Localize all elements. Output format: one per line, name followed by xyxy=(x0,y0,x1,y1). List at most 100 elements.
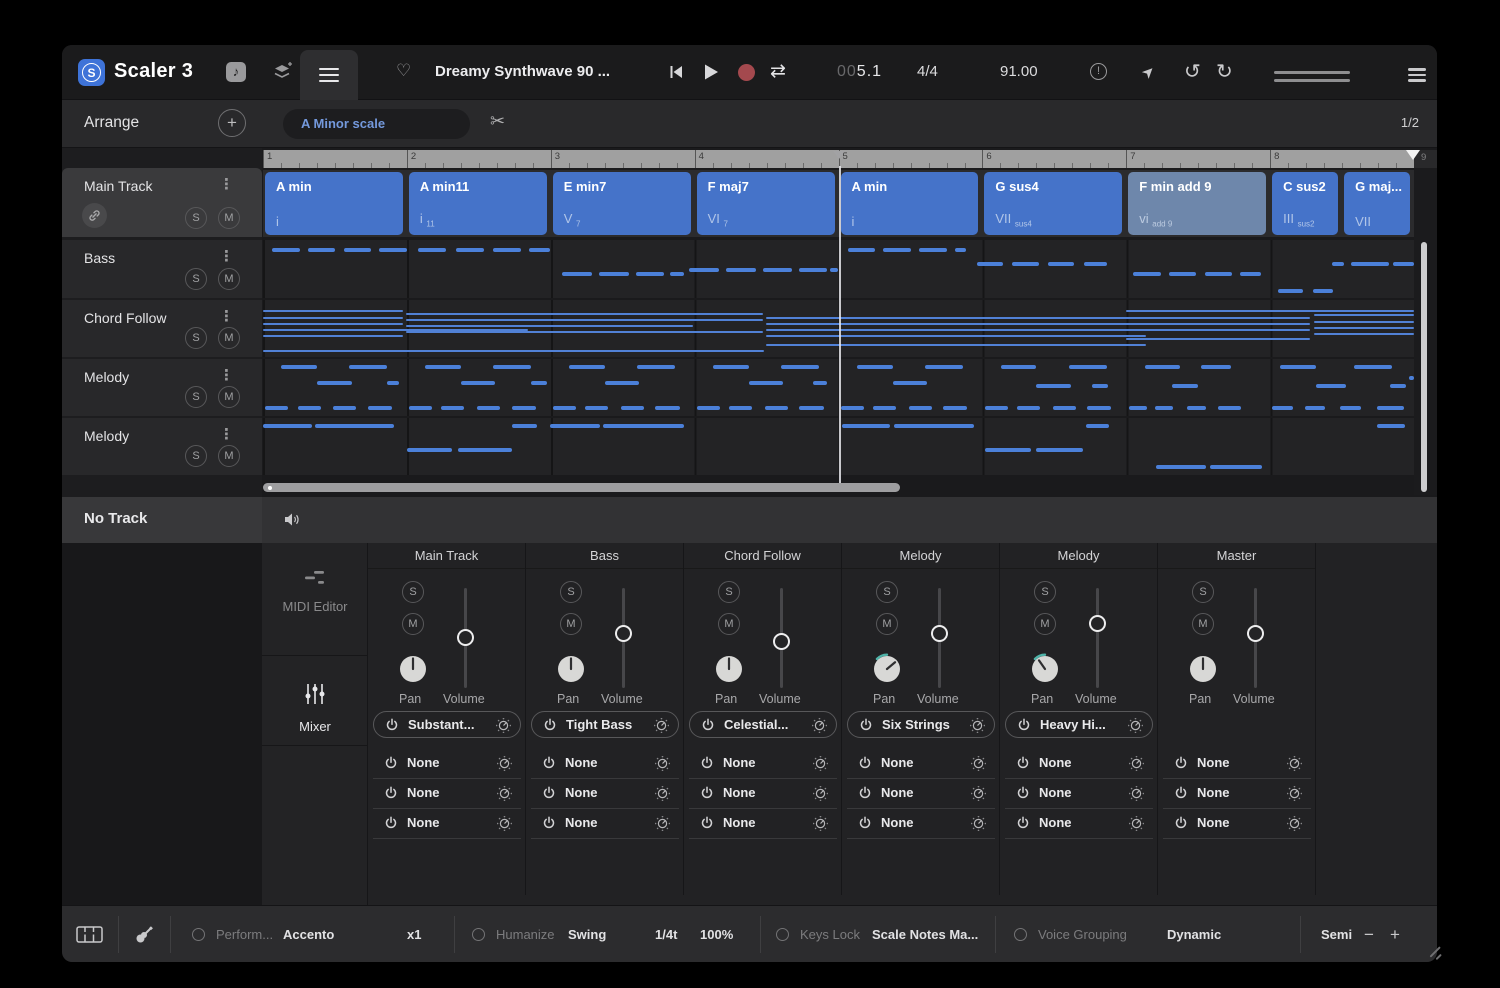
tempo-display[interactable]: 91.00 xyxy=(1000,63,1038,80)
power-icon[interactable] xyxy=(858,756,872,775)
mini-knob-icon[interactable] xyxy=(655,816,670,836)
instrument-slot[interactable]: Tight Bass xyxy=(531,711,679,738)
mini-knob-icon[interactable] xyxy=(971,816,986,836)
power-icon[interactable] xyxy=(1016,756,1030,775)
voice-grouping-value[interactable]: Dynamic xyxy=(1167,927,1221,942)
track-options-icon[interactable]: ⋮ xyxy=(219,425,234,443)
solo-button[interactable]: S xyxy=(185,207,207,229)
channel-solo-button[interactable]: S xyxy=(1034,581,1056,603)
insert-slot[interactable]: None xyxy=(1163,749,1311,779)
track-header-chord-follow[interactable]: Chord Follow⋮SM xyxy=(62,300,262,357)
insert-slot[interactable]: None xyxy=(1005,749,1153,779)
insert-slot[interactable]: None xyxy=(373,749,521,779)
chord-block[interactable]: A min11i 11 xyxy=(409,172,547,235)
mini-knob-icon[interactable] xyxy=(497,786,512,806)
mini-knob-icon[interactable] xyxy=(655,756,670,776)
chord-block[interactable]: A mini xyxy=(265,172,403,235)
mini-knob-icon[interactable] xyxy=(654,718,669,738)
tab-mixer[interactable]: Mixer xyxy=(262,683,368,734)
power-icon[interactable] xyxy=(700,756,714,775)
semi-decrement-button[interactable]: − xyxy=(1364,925,1374,945)
ruler-bar-4[interactable]: 4 xyxy=(695,150,839,168)
perform-toggle[interactable] xyxy=(192,928,205,941)
mini-knob-icon[interactable] xyxy=(1129,786,1144,806)
insert-slot[interactable]: None xyxy=(531,779,679,809)
instrument-slot[interactable]: Celestial... xyxy=(689,711,837,738)
mute-button[interactable]: M xyxy=(218,268,240,290)
insert-slot[interactable]: None xyxy=(1163,779,1311,809)
keys-lock-value[interactable]: Scale Notes Ma... xyxy=(872,927,978,942)
mini-knob-icon[interactable] xyxy=(1129,756,1144,776)
channel-mute-button[interactable]: M xyxy=(560,613,582,635)
insert-slot[interactable]: None xyxy=(1005,809,1153,839)
insert-slot[interactable]: None xyxy=(847,809,995,839)
semi-increment-button[interactable]: + xyxy=(1390,925,1400,945)
record-button[interactable] xyxy=(738,64,755,81)
play-button[interactable] xyxy=(702,63,720,86)
mute-button[interactable]: M xyxy=(218,445,240,467)
mute-button[interactable]: M xyxy=(218,207,240,229)
volume-slider-handle[interactable] xyxy=(1089,615,1106,632)
volume-slider-handle[interactable] xyxy=(773,633,790,650)
track-header-bass[interactable]: Bass⋮SM xyxy=(62,240,262,298)
ruler-bar-8[interactable]: 8 xyxy=(1270,150,1414,168)
channel-solo-button[interactable]: S xyxy=(718,581,740,603)
loop-end-marker[interactable] xyxy=(1406,150,1420,160)
power-icon[interactable] xyxy=(700,816,714,835)
insert-slot[interactable]: None xyxy=(847,749,995,779)
instrument-slot[interactable]: Heavy Hi... xyxy=(1005,711,1153,738)
insert-slot[interactable]: None xyxy=(373,809,521,839)
power-icon[interactable] xyxy=(384,786,398,805)
power-icon[interactable] xyxy=(1017,718,1031,737)
solo-button[interactable]: S xyxy=(185,268,207,290)
power-icon[interactable] xyxy=(543,718,557,737)
channel-solo-button[interactable]: S xyxy=(402,581,424,603)
skip-back-button[interactable] xyxy=(668,64,684,85)
track-options-icon[interactable]: ⋮ xyxy=(219,307,234,325)
speaker-icon[interactable] xyxy=(284,512,302,532)
power-icon[interactable] xyxy=(1016,816,1030,835)
song-browser-icon[interactable]: ♪ xyxy=(226,62,246,82)
power-icon[interactable] xyxy=(542,816,556,835)
chord-block[interactable]: F min add 9vi add 9 xyxy=(1128,172,1266,235)
power-icon[interactable] xyxy=(1174,816,1188,835)
volume-slider-handle[interactable] xyxy=(931,625,948,642)
mini-knob-icon[interactable] xyxy=(1287,786,1302,806)
insert-slot[interactable]: None xyxy=(689,749,837,779)
chord-block[interactable]: C sus2III sus2 xyxy=(1272,172,1338,235)
layers-icon[interactable] xyxy=(272,61,294,88)
power-icon[interactable] xyxy=(385,718,399,737)
mini-knob-icon[interactable] xyxy=(970,718,985,738)
horizontal-scrollbar[interactable] xyxy=(263,483,900,492)
solo-button[interactable]: S xyxy=(185,445,207,467)
ruler-bar-7[interactable]: 7 xyxy=(1126,150,1270,168)
mini-knob-icon[interactable] xyxy=(497,756,512,776)
track-options-icon[interactable]: ⋮ xyxy=(219,366,234,384)
power-icon[interactable] xyxy=(859,718,873,737)
ruler-bar-5[interactable]: 5 xyxy=(839,150,983,168)
channel-solo-button[interactable]: S xyxy=(560,581,582,603)
track-options-icon[interactable]: ⋮ xyxy=(219,175,234,193)
power-icon[interactable] xyxy=(1174,786,1188,805)
track-header-melody[interactable]: Melody⋮SM xyxy=(62,359,262,416)
power-icon[interactable] xyxy=(858,786,872,805)
mini-knob-icon[interactable] xyxy=(497,816,512,836)
keyboard-button[interactable] xyxy=(76,926,103,948)
volume-slider-handle[interactable] xyxy=(1247,625,1264,642)
humanize-rate[interactable]: 1/4t xyxy=(655,927,677,942)
no-track-header[interactable]: No Track xyxy=(62,497,262,543)
scissors-icon[interactable]: ✂ xyxy=(490,111,505,132)
insert-slot[interactable]: None xyxy=(373,779,521,809)
window-resize-grip[interactable] xyxy=(1428,948,1444,964)
mini-knob-icon[interactable] xyxy=(813,756,828,776)
perform-value[interactable]: Accento xyxy=(283,927,334,942)
main-menu-icon[interactable] xyxy=(1408,65,1426,85)
power-icon[interactable] xyxy=(701,718,715,737)
chord-block[interactable]: A mini xyxy=(841,172,979,235)
song-title[interactable]: Dreamy Synthwave 90 ... xyxy=(435,63,610,80)
instrument-slot[interactable]: Six Strings xyxy=(847,711,995,738)
chord-block[interactable]: E min7V 7 xyxy=(553,172,691,235)
mini-knob-icon[interactable] xyxy=(813,816,828,836)
humanize-percent[interactable]: 100% xyxy=(700,927,733,942)
track-header-melody[interactable]: Melody⋮SM xyxy=(62,418,262,475)
